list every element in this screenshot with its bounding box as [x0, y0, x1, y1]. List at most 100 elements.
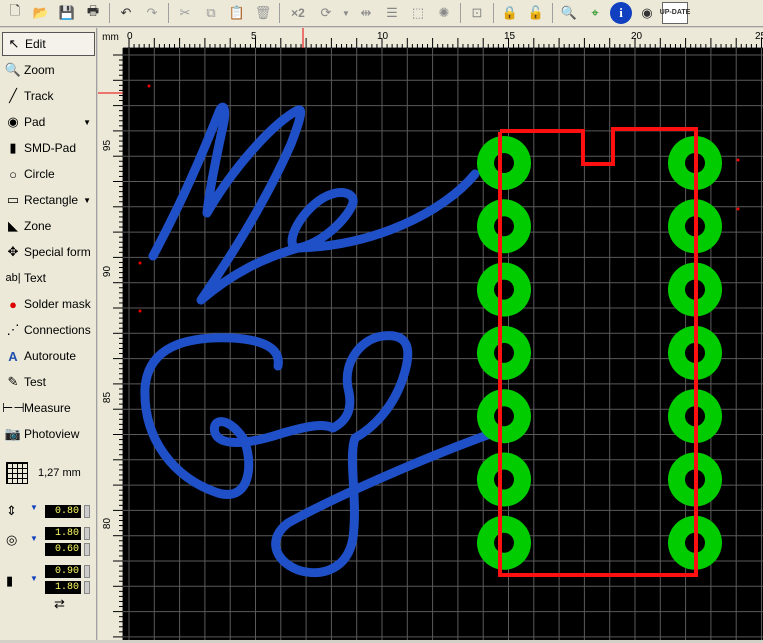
pad-outer-field[interactable]: 1.80: [45, 527, 81, 540]
toolbar-separator: [552, 3, 553, 23]
horizontal-ruler-ticks: [128, 28, 762, 48]
tool-zone[interactable]: ◣ Zone: [2, 214, 95, 238]
ruler-label: 25: [755, 31, 763, 42]
tool-connections[interactable]: ⋰ Connections: [2, 318, 95, 342]
tool-photoview[interactable]: 📷 Photoview: [2, 422, 95, 446]
snap-icon[interactable]: ⊡: [466, 2, 488, 24]
align-icon[interactable]: ☰: [381, 2, 403, 24]
smd-height-field[interactable]: 1.80: [45, 581, 81, 594]
tool-smd-pad[interactable]: ▮ SMD-Pad: [2, 136, 95, 160]
info-icon[interactable]: i: [610, 2, 632, 24]
properties-icon[interactable]: ⌖: [584, 2, 606, 24]
grid-size-selector[interactable]: 1,27 mm: [2, 458, 95, 488]
tool-label: SMD-Pad: [24, 141, 77, 155]
paste-icon[interactable]: 📋: [226, 2, 248, 24]
save-icon[interactable]: 💾: [56, 2, 78, 24]
toolbar-separator: [460, 3, 461, 23]
solder-mask-icon: ●: [9, 296, 17, 312]
horizontal-ruler: 0 5 10 15 20 25: [123, 28, 763, 48]
chevron-down-icon[interactable]: ▼: [30, 534, 38, 543]
arrow-icon: ↖: [8, 36, 20, 51]
update-label-line2: DATE: [671, 9, 691, 16]
tool-label: Pad: [24, 115, 46, 129]
ruler-label: 15: [504, 31, 516, 42]
swap-icon[interactable]: ⇄: [54, 596, 65, 612]
cut-icon[interactable]: ✂: [174, 2, 196, 24]
smd-width-field[interactable]: 0.90: [45, 565, 81, 578]
chevron-down-icon[interactable]: ▼: [30, 574, 38, 583]
tool-autoroute[interactable]: A Autoroute: [2, 344, 95, 368]
tool-label: Circle: [24, 167, 55, 181]
ruler-label: 95: [102, 139, 114, 152]
copy-icon[interactable]: ⧉: [200, 2, 222, 24]
origin-mark: [736, 158, 740, 162]
duplicate-x2-button[interactable]: ×2: [285, 2, 311, 24]
library-icon[interactable]: ◉: [636, 2, 658, 24]
ruler-label: 20: [631, 31, 643, 42]
vertical-ruler-ticks: [98, 54, 123, 638]
zoom-icon[interactable]: 🔍: [558, 2, 580, 24]
pcb-drawing: [123, 48, 763, 640]
ruler-unit: mm: [98, 28, 123, 48]
smd-pad-icon: ▮: [9, 140, 17, 155]
zone-icon: ◣: [8, 218, 18, 233]
new-icon[interactable]: 🗋: [4, 2, 26, 24]
tool-circle[interactable]: ○ Circle: [2, 162, 95, 186]
ruler-label: 80: [102, 517, 114, 530]
track-width-field[interactable]: 0.80: [45, 505, 81, 518]
tool-label: Zoom: [24, 63, 55, 77]
mirror-icon[interactable]: ⇹: [355, 2, 377, 24]
delete-icon[interactable]: 🗑: [252, 2, 274, 24]
tool-rectangle[interactable]: ▭ Rectangle ▼: [2, 188, 95, 212]
ink-stroke-me: [148, 102, 480, 305]
tool-label: Connections: [24, 323, 91, 337]
circle-icon: ○: [9, 166, 17, 182]
pad-hole: [494, 532, 514, 553]
ruler-label: 0: [127, 31, 133, 42]
pad-outer-spinner[interactable]: [84, 527, 90, 540]
tool-zoom[interactable]: 🔍 Zoom: [2, 58, 95, 82]
toolbar-separator: [109, 3, 110, 23]
ruler-label: 90: [102, 265, 114, 278]
pcb-canvas[interactable]: [123, 48, 763, 640]
track-width-spinner[interactable]: [84, 505, 90, 518]
redo-icon[interactable]: ↷: [141, 2, 163, 24]
tool-sidebar: ↖ Edit 🔍 Zoom ╱ Track ◉ Pad ▼ ▮ SMD-Pad …: [0, 28, 97, 640]
tool-label: Edit: [25, 37, 46, 51]
unlock-icon[interactable]: 🔓: [525, 2, 547, 24]
chevron-down-icon[interactable]: ▼: [83, 196, 91, 205]
tool-label: Solder mask: [24, 297, 91, 311]
autoroute-icon: A: [8, 348, 18, 364]
pad-inner-spinner[interactable]: [84, 543, 90, 556]
chevron-down-icon[interactable]: ▼: [83, 118, 91, 127]
origin-mark: [138, 261, 142, 265]
tool-label: Special form: [24, 245, 91, 259]
tool-measure[interactable]: ⊢⊣ Measure: [2, 396, 95, 420]
open-icon[interactable]: 📂: [30, 2, 52, 24]
update-button[interactable]: UP- DATE: [660, 2, 691, 24]
tool-label: Text: [24, 271, 47, 285]
tool-label: Measure: [24, 401, 71, 415]
smd-height-spinner[interactable]: [84, 581, 90, 594]
group-icon[interactable]: ⬚: [407, 2, 429, 24]
photoview-icon: 📷: [4, 426, 22, 441]
tool-special-form[interactable]: ✥ Special form: [2, 240, 95, 264]
chevron-down-icon[interactable]: ▼: [30, 503, 38, 512]
print-icon[interactable]: 🖶: [82, 2, 104, 24]
pad-inner-field[interactable]: 0.60: [45, 543, 81, 556]
zoom-icon: 🔍: [4, 62, 22, 77]
rotate-icon[interactable]: ⟳: [315, 2, 337, 24]
rotate-dropdown-icon[interactable]: ▼: [341, 2, 351, 24]
smd-width-spinner[interactable]: [84, 565, 90, 578]
tool-track[interactable]: ╱ Track: [2, 84, 95, 108]
tool-edit[interactable]: ↖ Edit: [2, 32, 95, 56]
tool-text[interactable]: ab| Text: [2, 266, 95, 290]
lock-icon[interactable]: 🔒: [499, 2, 521, 24]
ungroup-icon[interactable]: ✺: [433, 2, 455, 24]
vertical-ruler: 95 90 85 80: [98, 48, 123, 640]
tool-test[interactable]: ✎ Test: [2, 370, 95, 394]
tool-solder-mask[interactable]: ● Solder mask: [2, 292, 95, 316]
tool-pad[interactable]: ◉ Pad ▼: [2, 110, 95, 134]
undo-icon[interactable]: ↶: [115, 2, 137, 24]
rectangle-icon: ▭: [6, 192, 20, 207]
